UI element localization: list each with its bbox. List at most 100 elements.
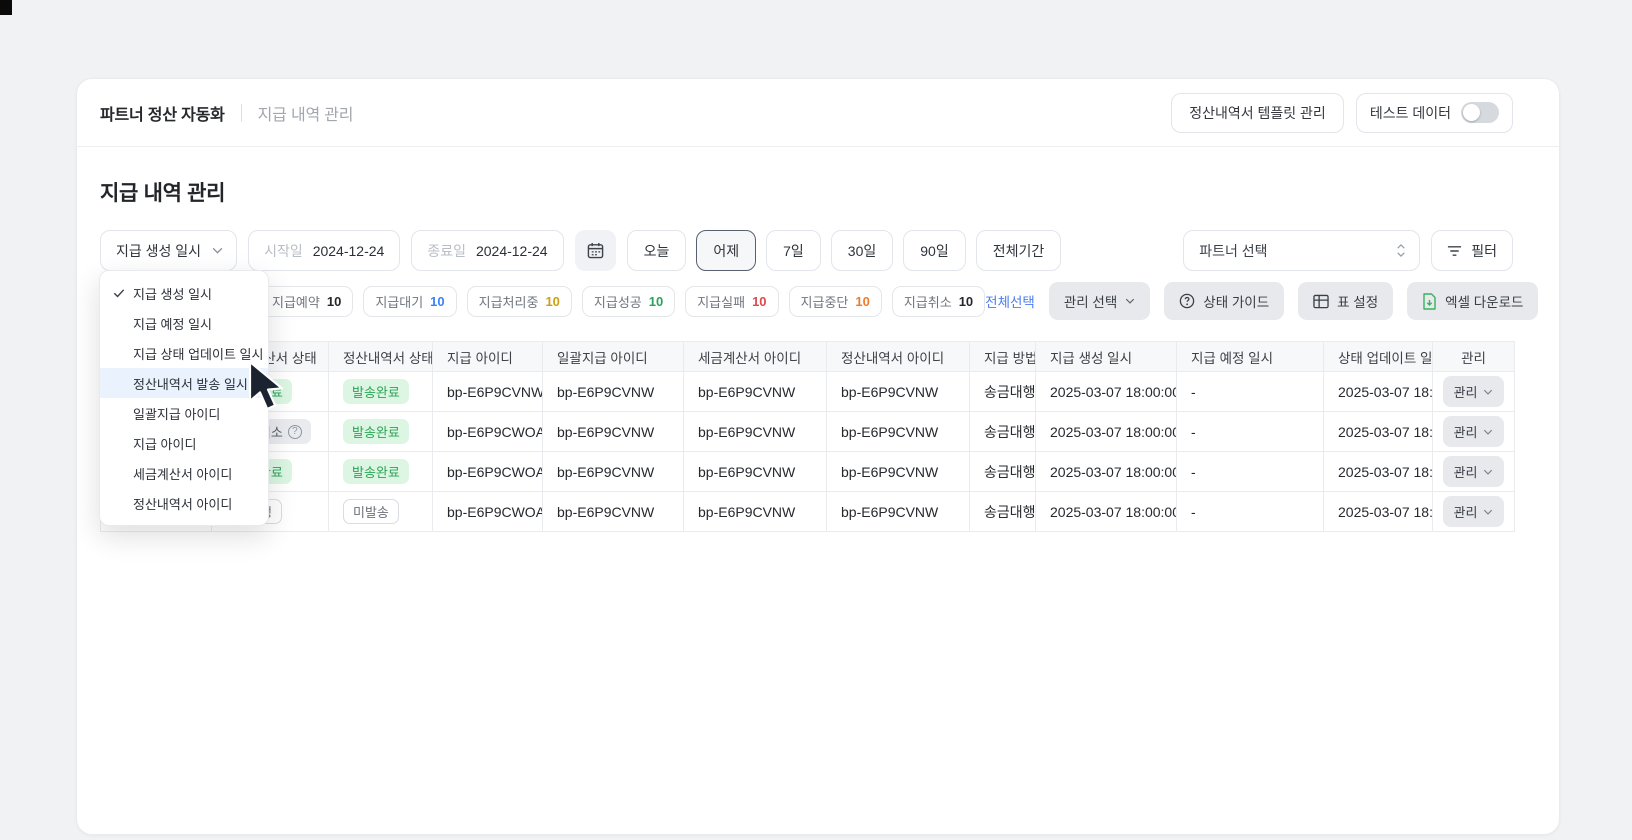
cell-text: bp-E6P9CVNW bbox=[841, 504, 938, 520]
dropdown-menu-item[interactable]: 지급 상태 업데이트 일시 bbox=[100, 338, 268, 368]
screen: 파트너 정산 자동화 지급 내역 관리 정산내역서 템플릿 관리 테스트 데이터… bbox=[0, 0, 1632, 840]
dropdown-menu-item[interactable]: 정산내역서 발송 일시 bbox=[100, 368, 268, 398]
breadcrumb: 지급 내역 관리 bbox=[258, 101, 354, 125]
status-chip[interactable]: 지급취소10 bbox=[892, 286, 985, 317]
excel-download-button[interactable]: 엑셀 다운로드 bbox=[1407, 282, 1538, 320]
chip-label: 지급예약 bbox=[272, 292, 320, 311]
status-chip[interactable]: 지급대기10 bbox=[363, 286, 456, 317]
end-date-value: 2024-12-24 bbox=[476, 243, 548, 259]
table-cell: bp-E6P9CVNW bbox=[433, 372, 543, 412]
cell-text: bp-E6P9CWOA bbox=[447, 424, 543, 440]
chip-count: 10 bbox=[545, 294, 559, 309]
row-manage-button[interactable]: 관리 bbox=[1443, 496, 1505, 527]
start-date-label: 시작일 bbox=[264, 241, 303, 261]
cell-text: bp-E6P9CVNW bbox=[698, 504, 795, 520]
page-title: 지급 내역 관리 bbox=[100, 177, 1513, 207]
help-icon[interactable]: ? bbox=[288, 425, 302, 439]
quick-range-button[interactable]: 전체기간 bbox=[976, 230, 1062, 271]
column-header: 관리 bbox=[1433, 342, 1515, 372]
start-date-input[interactable]: 시작일 2024-12-24 bbox=[248, 230, 400, 271]
excel-download-icon bbox=[1422, 293, 1437, 310]
column-header: 세금계산서 아이디 bbox=[684, 342, 827, 372]
table-actions: 전체선택 관리 선택 상태 가이드 bbox=[985, 282, 1538, 320]
cell-text: 2025-03-07 18:00:00 bbox=[1050, 464, 1177, 480]
table-cell: 관리 bbox=[1433, 372, 1515, 412]
dropdown-menu-item[interactable]: 지급 생성 일시 bbox=[100, 278, 268, 308]
dropdown-menu-item[interactable]: 세금계산서 아이디 bbox=[100, 458, 268, 488]
quick-range-group: 오늘어제7일30일90일 전체기간 bbox=[627, 230, 1062, 271]
table-settings-button[interactable]: 표 설정 bbox=[1298, 282, 1393, 320]
table-cell: 2025-03-07 18:00:00 bbox=[1036, 372, 1177, 412]
status-chip[interactable]: 지급예약10 bbox=[260, 286, 353, 317]
cell-text: bp-E6P9CVNW bbox=[698, 384, 795, 400]
manage-select-label: 관리 선택 bbox=[1064, 291, 1117, 311]
status-chip[interactable]: 지급처리중 10 bbox=[467, 286, 572, 317]
column-header: 지급 아이디 bbox=[433, 342, 543, 372]
dropdown-menu-item[interactable]: 지급 예정 일시 bbox=[100, 308, 268, 338]
table-cell: 발송완료 bbox=[329, 452, 433, 492]
table-settings-label: 표 설정 bbox=[1337, 291, 1378, 311]
filter-button-label: 필터 bbox=[1471, 241, 1497, 261]
status-guide-button[interactable]: 상태 가이드 bbox=[1164, 282, 1284, 320]
cell-text: 2025-03-07 18:00:00 bbox=[1338, 464, 1433, 480]
quick-range-button[interactable]: 90일 bbox=[903, 230, 965, 271]
table-cell: 관리 bbox=[1433, 492, 1515, 532]
cell-text: 송금대행 bbox=[984, 504, 1036, 520]
dropdown-menu-item[interactable]: 정산내역서 아이디 bbox=[100, 488, 268, 518]
quick-range-button[interactable]: 오늘 bbox=[627, 230, 687, 271]
cell-text: - bbox=[1191, 464, 1196, 480]
chevron-up-down-icon bbox=[1396, 243, 1406, 258]
manage-select-button[interactable]: 관리 선택 bbox=[1049, 282, 1150, 320]
quick-range-button[interactable]: 7일 bbox=[766, 230, 821, 271]
quick-range-button[interactable]: 어제 bbox=[696, 230, 756, 271]
partner-select-placeholder: 파트너 선택 bbox=[1199, 241, 1267, 261]
menu-item-label: 일괄지급 아이디 bbox=[133, 404, 220, 423]
table-cell: bp-E6P9CVNW bbox=[827, 492, 970, 532]
table-row: 발행취소?발송완료bp-E6P9CWOAbp-E6P9CVNWbp-E6P9CV… bbox=[101, 412, 1515, 452]
table-cell: bp-E6P9CVNW bbox=[827, 412, 970, 452]
filter-button[interactable]: 필터 bbox=[1431, 230, 1513, 271]
test-data-label: 테스트 데이터 bbox=[1370, 103, 1451, 123]
table-cell: bp-E6P9CVNW bbox=[543, 412, 684, 452]
row-manage-button[interactable]: 관리 bbox=[1443, 376, 1505, 407]
chip-count: 10 bbox=[855, 294, 869, 309]
cell-text: bp-E6P9CVNW bbox=[698, 424, 795, 440]
menu-item-label: 정산내역서 아이디 bbox=[133, 494, 232, 513]
dropdown-menu-item[interactable]: 지급 아이디 bbox=[100, 428, 268, 458]
top-bar-actions: 정산내역서 템플릿 관리 테스트 데이터 bbox=[1171, 93, 1513, 133]
status-chip[interactable]: 지급성공10 bbox=[582, 286, 675, 317]
partner-select[interactable]: 파트너 선택 bbox=[1183, 230, 1420, 271]
table-cell: bp-E6P9CVNW bbox=[684, 452, 827, 492]
chip-label: 지급처리중 bbox=[479, 292, 539, 311]
cell-text: 2025-03-07 18:00:00 bbox=[1050, 504, 1177, 520]
quick-range-button[interactable]: 30일 bbox=[831, 230, 893, 271]
table-cell: bp-E6P9CVNW bbox=[827, 452, 970, 492]
table-header-row: 세금계산서 상태정산내역서 상태지급 아이디일괄지급 아이디세금계산서 아이디정… bbox=[101, 342, 1515, 372]
table-cell: 송금대행 bbox=[970, 492, 1036, 532]
row-manage-button[interactable]: 관리 bbox=[1443, 416, 1505, 447]
statement-template-button[interactable]: 정산내역서 템플릿 관리 bbox=[1171, 93, 1344, 133]
status-chip[interactable]: 지급중단 10 bbox=[789, 286, 882, 317]
status-guide-label: 상태 가이드 bbox=[1203, 291, 1269, 311]
status-chip[interactable]: 지급실패10 bbox=[685, 286, 778, 317]
dropdown-menu-item[interactable]: 일괄지급 아이디 bbox=[100, 398, 268, 428]
table-cell: 발송완료 bbox=[329, 372, 433, 412]
chevron-down-icon bbox=[1483, 469, 1493, 475]
app-window: 파트너 정산 자동화 지급 내역 관리 정산내역서 템플릿 관리 테스트 데이터… bbox=[76, 78, 1560, 835]
table-cell: bp-E6P9CVNW bbox=[543, 372, 684, 412]
date-type-select[interactable]: 지급 생성 일시 bbox=[100, 230, 237, 271]
table-cell: 관리 bbox=[1433, 412, 1515, 452]
status-badge: 미발송 bbox=[343, 499, 399, 524]
menu-item-label: 지급 상태 업데이트 일시 bbox=[133, 344, 263, 363]
chip-label: 지급중단 bbox=[801, 292, 849, 311]
table-cell: 2025-03-07 18:00:00 bbox=[1324, 412, 1433, 452]
table-cell: 2025-03-07 18:00:00 bbox=[1036, 452, 1177, 492]
cell-text: bp-E6P9CVNW bbox=[841, 424, 938, 440]
select-all-link[interactable]: 전체선택 bbox=[985, 291, 1035, 311]
row-manage-button[interactable]: 관리 bbox=[1443, 456, 1505, 487]
calendar-button[interactable] bbox=[575, 230, 616, 271]
row-manage-label: 관리 bbox=[1454, 502, 1478, 521]
test-data-toggle[interactable] bbox=[1461, 102, 1499, 123]
payments-table: 세금계산서 상태정산내역서 상태지급 아이디일괄지급 아이디세금계산서 아이디정… bbox=[100, 341, 1515, 532]
end-date-input[interactable]: 종료일 2024-12-24 bbox=[411, 230, 563, 271]
